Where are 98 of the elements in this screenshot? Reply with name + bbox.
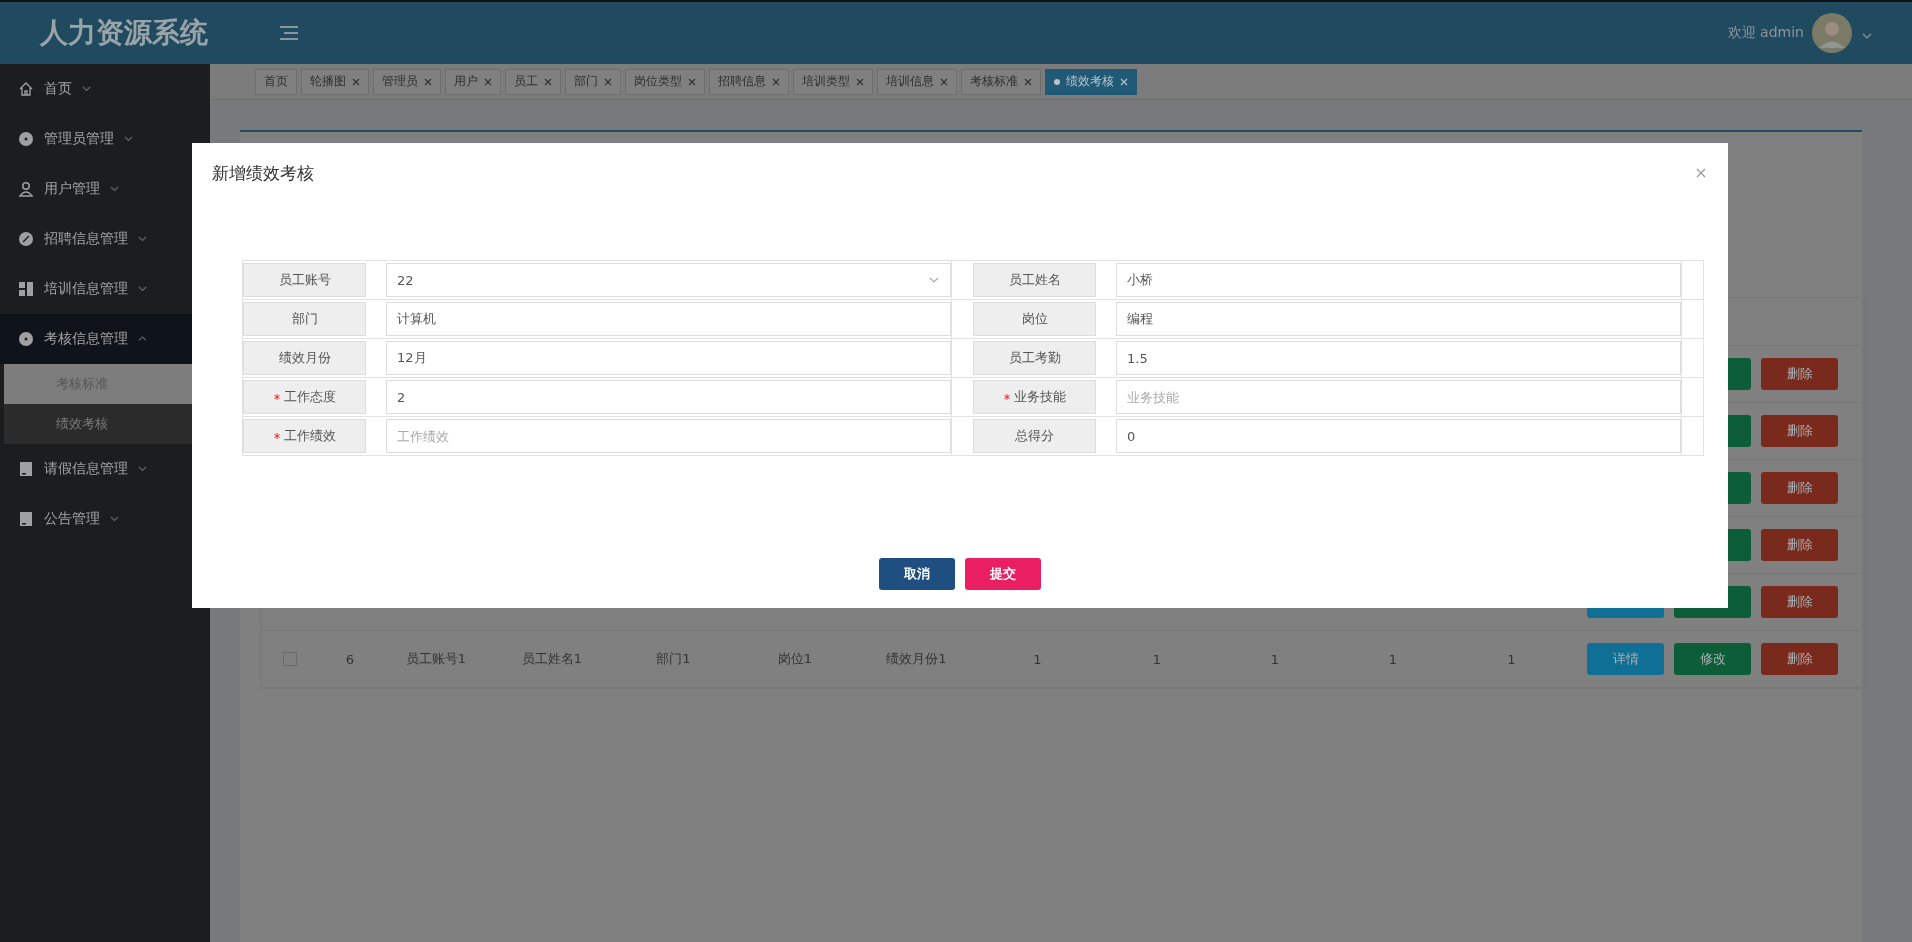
chevron-icon xyxy=(138,466,147,472)
close-icon[interactable] xyxy=(544,77,552,86)
field-label: 总得分 xyxy=(973,419,1096,453)
table-cell-text: 1 xyxy=(1387,651,1399,667)
page-tab[interactable]: 部门 xyxy=(565,68,621,95)
grid-icon xyxy=(18,281,34,297)
table-cell-text: 1 xyxy=(1506,651,1517,667)
field-label: 岗位 xyxy=(973,302,1096,336)
avatar-icon[interactable] xyxy=(1812,13,1852,53)
page-tab[interactable]: 轮播图 xyxy=(301,68,369,95)
close-icon[interactable] xyxy=(940,77,948,86)
caret-icon xyxy=(1862,32,1872,39)
field-label: 业务技能 xyxy=(973,380,1096,414)
book-icon xyxy=(18,461,34,477)
page-tab[interactable]: 培训类型 xyxy=(793,68,873,95)
menu-item[interactable]: 培训信息管理 xyxy=(0,264,210,314)
delete-button[interactable]: 删除 xyxy=(1761,415,1838,447)
welcome-text: 欢迎 admin xyxy=(1727,24,1804,42)
menu-item[interactable]: 用户管理 xyxy=(0,164,210,214)
field-label: 员工姓名 xyxy=(973,263,1096,297)
field-label: 员工账号 xyxy=(243,263,366,297)
disc-icon xyxy=(18,131,34,147)
chevron-icon xyxy=(138,286,147,292)
input-field[interactable]: 计算机 xyxy=(386,302,951,336)
input-field[interactable]: 工作绩效 xyxy=(386,419,951,453)
required-icon xyxy=(273,433,280,439)
chevron-icon xyxy=(138,236,147,242)
page-tab[interactable]: 岗位类型 xyxy=(625,68,705,95)
table-cell-text: 员工姓名1 xyxy=(520,650,584,668)
menu-icon[interactable] xyxy=(280,26,298,40)
input-field[interactable]: 业务技能 xyxy=(1116,380,1681,414)
cancel-button[interactable]: 取消 xyxy=(879,558,955,590)
table-cell-text: 1 xyxy=(1032,651,1043,667)
table-cell-text: 1 xyxy=(1269,651,1281,667)
delete-button[interactable]: 删除 xyxy=(1761,358,1838,390)
input-field[interactable]: 小桥 xyxy=(1116,263,1681,297)
page-tab[interactable]: 首页 xyxy=(255,68,297,95)
gauge-icon xyxy=(18,231,34,247)
menu-item[interactable]: 公告管理 xyxy=(0,494,210,544)
required-icon xyxy=(1003,394,1010,400)
table-cell-text: 员工账号1 xyxy=(404,650,468,668)
close-icon[interactable] xyxy=(484,77,492,86)
input-field[interactable]: 2 xyxy=(386,380,951,414)
user-icon xyxy=(18,181,34,197)
detail-button[interactable]: 详情 xyxy=(1587,643,1664,675)
table-cell-text: 部门1 xyxy=(655,650,692,668)
field-label: 部门 xyxy=(243,302,366,336)
edit-button[interactable]: 修改 xyxy=(1674,643,1751,675)
close-icon[interactable] xyxy=(772,77,780,86)
book-icon xyxy=(18,511,34,527)
page-tab[interactable]: 绩效考核 xyxy=(1045,68,1137,95)
home-icon xyxy=(18,81,34,97)
close-icon[interactable] xyxy=(424,77,432,86)
close-icon[interactable] xyxy=(856,77,864,86)
input-field[interactable]: 0 xyxy=(1116,419,1681,453)
dot-icon xyxy=(1054,78,1060,85)
close-icon[interactable] xyxy=(352,77,360,86)
delete-button[interactable]: 删除 xyxy=(1761,586,1838,618)
table-cell-text: 绩效月份1 xyxy=(885,650,948,668)
menu-item[interactable]: 管理员管理 xyxy=(0,114,210,164)
delete-button[interactable]: 删除 xyxy=(1761,529,1838,561)
table-cell-text: 岗位1 xyxy=(776,650,814,668)
field-label: 员工考勤 xyxy=(973,341,1096,375)
close-button[interactable] xyxy=(1694,166,1708,180)
input-field[interactable]: 1.5 xyxy=(1116,341,1681,375)
menu-item[interactable]: 请假信息管理 xyxy=(0,444,210,494)
page-tab[interactable]: 培训信息 xyxy=(877,68,957,95)
chevron-icon xyxy=(110,186,119,192)
field-label: 绩效月份 xyxy=(243,341,366,375)
table-cell-text: 6 xyxy=(344,651,356,667)
submit-button[interactable]: 提交 xyxy=(965,558,1041,590)
page-tab[interactable]: 员工 xyxy=(505,68,561,95)
menu-item[interactable]: 招聘信息管理 xyxy=(0,214,210,264)
field-label: 工作绩效 xyxy=(243,419,366,453)
dialog-title: 新增绩效考核 xyxy=(212,161,314,185)
chevron-icon xyxy=(110,516,119,522)
select-field[interactable]: 22 xyxy=(386,263,951,297)
delete-button[interactable]: 删除 xyxy=(1761,472,1838,504)
close-icon[interactable] xyxy=(1024,77,1032,86)
required-icon xyxy=(273,394,280,400)
close-icon[interactable] xyxy=(688,77,696,86)
close-icon[interactable] xyxy=(604,77,612,86)
table-cell-text: 1 xyxy=(1151,651,1163,667)
page-tab[interactable]: 考核标准 xyxy=(961,68,1041,95)
disc-icon xyxy=(18,331,34,347)
app-logo: 人力资源系统 xyxy=(40,15,209,51)
chevron-icon xyxy=(124,136,133,142)
input-field[interactable]: 编程 xyxy=(1116,302,1681,336)
chevron-icon xyxy=(138,336,147,342)
page-tab[interactable]: 用户 xyxy=(445,68,501,95)
menu-item[interactable]: 首页 xyxy=(0,64,210,114)
chevron-icon xyxy=(929,277,939,283)
delete-button[interactable]: 删除 xyxy=(1761,643,1838,675)
page-tab[interactable]: 管理员 xyxy=(373,68,441,95)
page-tab[interactable]: 招聘信息 xyxy=(709,68,789,95)
field-label: 工作态度 xyxy=(243,380,366,414)
input-field[interactable]: 12月 xyxy=(386,341,951,375)
chevron-icon xyxy=(82,86,91,92)
